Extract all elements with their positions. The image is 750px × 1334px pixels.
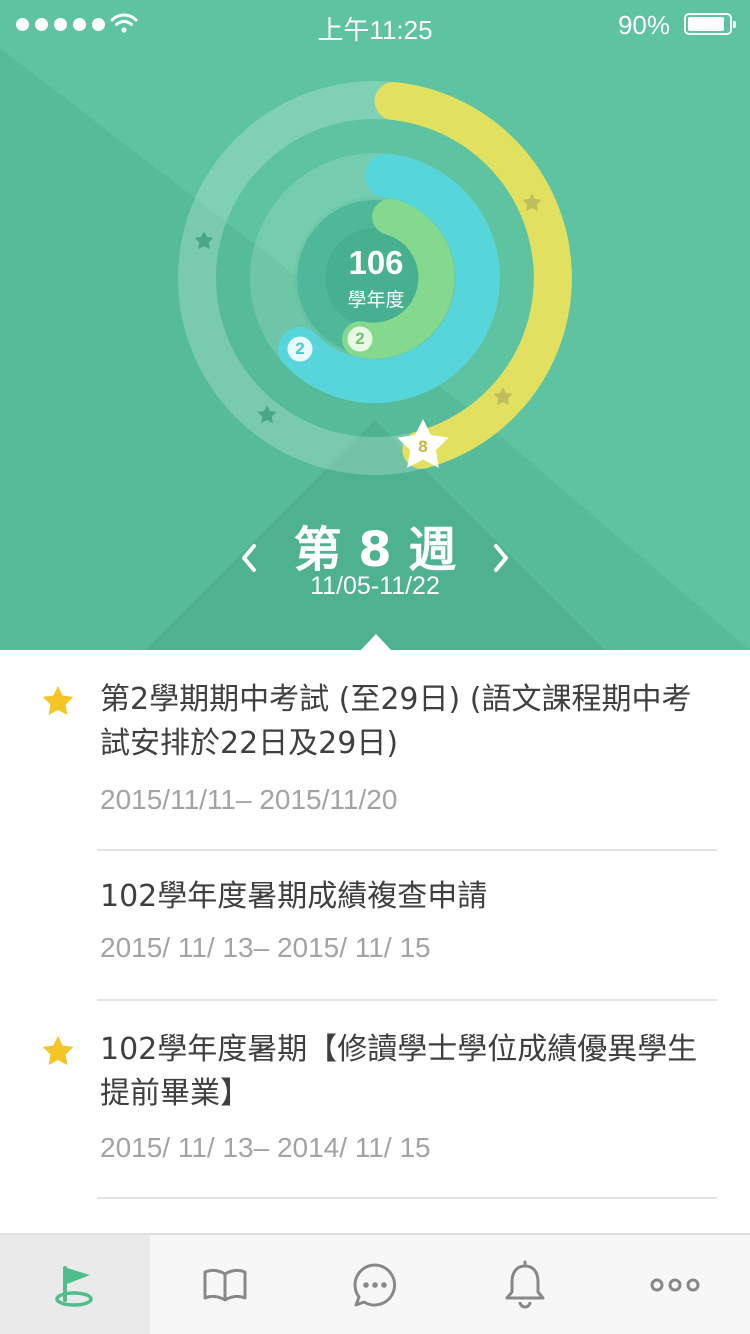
star-icon [42,1036,74,1065]
middle-ring-badge-number: 2 [295,339,305,358]
event-item[interactable]: 102學年度暑期成績複查申請 2015/ 11/ 13– 2015/ 11/ 1… [0,851,750,1001]
divider [97,1197,717,1199]
academic-year-number: 106 [348,244,404,281]
flag-icon [55,1265,93,1307]
academic-year-label: 學年度 [347,289,405,311]
week-header: 上午11:25 90% 106 學年度 8 2 2 第 8 週 11/05-11… [0,0,750,650]
event-title: 102學年度暑期【修讀學士學位成績優異學生提前畢業】 [100,1032,698,1111]
book-icon [203,1268,247,1301]
tab-notifications[interactable] [450,1235,600,1334]
tab-more[interactable] [600,1235,750,1334]
event-date: 2015/11/11– 2015/11/20 [100,784,398,815]
more-icon [650,1278,700,1291]
battery-icon [684,13,736,35]
tab-bar [0,1233,750,1334]
battery-percent: 90% [617,10,670,40]
status-bar: 上午11:25 90% [0,0,750,48]
outer-ring-badge-number: 8 [418,437,428,456]
tab-courses[interactable] [150,1235,300,1334]
tab-schedule[interactable] [0,1235,150,1334]
star-icon [42,686,74,715]
chat-icon [353,1263,396,1306]
tab-messages[interactable] [300,1235,450,1334]
event-date: 2015/ 11/ 13– 2015/ 11/ 15 [100,932,431,963]
event-date: 2015/ 11/ 13– 2014/ 11/ 15 [100,1132,431,1163]
chevron-right-icon [494,544,508,572]
inner-ring-badge-number: 2 [355,329,365,348]
week-date-range: 11/05-11/22 [310,572,440,600]
header-pointer [360,634,392,650]
bell-icon [505,1260,545,1308]
event-title: 第2學期期中考試 (至29日) (語文課程期中考試安排於22日及29日) [100,682,692,761]
event-item[interactable]: 102學年度暑期【修讀學士學位成績優異學生提前畢業】 2015/ 11/ 13–… [0,1001,750,1201]
battery-fill [688,17,724,31]
event-item[interactable]: 第2學期期中考試 (至29日) (語文課程期中考試安排於22日及29日) 201… [0,650,750,851]
event-title: 102學年度暑期成績複查申請 [100,879,488,914]
week-title: 第 8 週 [293,522,457,578]
